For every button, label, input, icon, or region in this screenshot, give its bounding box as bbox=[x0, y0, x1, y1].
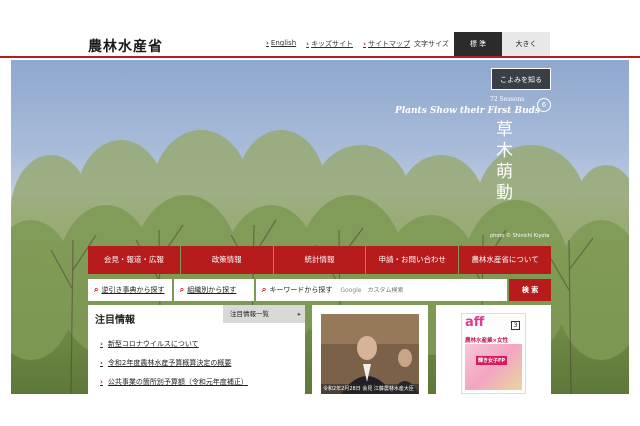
calendar-button[interactable]: こよみを知る bbox=[491, 68, 551, 90]
magazine-badge: 輝き女子FP bbox=[476, 356, 508, 365]
sitemap-link-label: サイトマップ bbox=[367, 40, 410, 48]
featured-news-list: › 新型コロナウイルスについて › 令和2年度農林水産予算概算決定の概要 › 公共事業… bbox=[100, 339, 248, 396]
by-organization-link[interactable]: ⌕ 組織別から探す bbox=[173, 279, 254, 301]
news-item-label: 新型コロナウイルスについて bbox=[107, 340, 199, 348]
search-submit-button[interactable]: 検 索 bbox=[509, 279, 551, 301]
featured-news-title: 注目情報 bbox=[95, 315, 135, 326]
news-item-label: 公共事業の箇所別予算額（令和元年度補正） bbox=[107, 378, 248, 386]
news-item-label: 令和2年度農林水産予算概算決定の概要 bbox=[107, 359, 232, 367]
list-item[interactable]: › 新型コロナウイルスについて bbox=[100, 339, 248, 358]
chevron-right-icon: › bbox=[100, 340, 103, 348]
keyword-search-label: キーワードから探す bbox=[269, 286, 333, 294]
chevron-right-icon: › bbox=[306, 40, 310, 48]
reverse-lookup-label: 逆引き事典から探す bbox=[101, 286, 165, 294]
nav-press[interactable]: 会見・報道・広報 bbox=[88, 246, 180, 274]
by-organization-label: 組織別から探す bbox=[187, 286, 237, 294]
site-logo[interactable]: 農林水産省 bbox=[88, 36, 163, 56]
season-subtitle: 72 Seasons bbox=[490, 96, 525, 103]
nav-policy[interactable]: 政策情報 bbox=[180, 246, 273, 274]
sitemap-link[interactable]: › サイトマップ bbox=[363, 39, 410, 49]
english-link-label: English bbox=[270, 39, 297, 47]
top-whitespace bbox=[0, 0, 640, 28]
kids-site-link-label: キッズサイト bbox=[311, 40, 354, 48]
season-kanji: 草木萌動 bbox=[496, 120, 513, 203]
aff-magazine-cover: aff 3 農林水産業×女性 輝き女子FP bbox=[461, 313, 526, 394]
list-item[interactable]: › 令和2年度農林水産予算概算決定の概要 bbox=[100, 358, 248, 377]
press-conference-photo: 令和2年2月28日 会見 江藤農林水産大臣 bbox=[321, 314, 419, 394]
aff-logo: aff bbox=[465, 315, 485, 330]
font-size-large-button[interactable]: 大きく bbox=[502, 32, 550, 56]
search-icon: ⌕ bbox=[94, 285, 99, 294]
english-link[interactable]: › English bbox=[266, 39, 296, 49]
magazine-issue-number: 3 bbox=[511, 321, 520, 330]
nav-statistics[interactable]: 統計情報 bbox=[273, 246, 366, 274]
google-label: Google bbox=[340, 286, 362, 294]
press-conference-card[interactable]: 令和2年2月28日 会見 江藤農林水産大臣 bbox=[312, 305, 428, 394]
search-input[interactable] bbox=[367, 286, 468, 294]
chevron-right-icon: › bbox=[100, 378, 103, 386]
photo-credit: photo © Shinichi Kiyota bbox=[490, 233, 550, 239]
reverse-lookup-link[interactable]: ⌕ 逆引き事典から探す bbox=[88, 279, 172, 301]
magazine-cover-image: 輝き女子FP bbox=[465, 344, 522, 390]
font-size-label: 文字サイズ bbox=[414, 40, 449, 48]
nav-application[interactable]: 申請・お問い合わせ bbox=[366, 246, 459, 274]
font-size-standard-button[interactable]: 標 準 bbox=[454, 32, 502, 56]
photo-caption: 令和2年2月28日 会見 江藤農林水産大臣 bbox=[323, 386, 414, 392]
season-number-badge: 6 bbox=[537, 98, 551, 112]
aff-magazine-card[interactable]: aff 3 農林水産業×女性 輝き女子FP bbox=[436, 305, 551, 394]
search-icon: ⌕ bbox=[179, 285, 185, 294]
global-nav: 会見・報道・広報 政策情報 統計情報 申請・お問い合わせ 農林水産省について bbox=[88, 246, 551, 274]
featured-news-panel: 注目情報 注目情報一覧 › 新型コロナウイルスについて › 令和2年度農林水産予算概… bbox=[88, 305, 305, 394]
header-links: › English › キッズサイト › サイトマップ bbox=[266, 39, 410, 49]
chevron-right-icon: › bbox=[363, 40, 366, 48]
magazine-headline: 農林水産業×女性 bbox=[465, 338, 509, 344]
keyword-search: ⌕ キーワードから探す Google bbox=[255, 279, 508, 301]
kids-site-link[interactable]: › キッズサイト bbox=[306, 39, 353, 49]
search-icon: ⌕ bbox=[261, 285, 267, 294]
minister-illustration bbox=[321, 314, 419, 394]
search-bar: ⌕ 逆引き事典から探す ⌕ 組織別から探す ⌕ キーワードから探す Google… bbox=[88, 279, 551, 301]
nav-about[interactable]: 農林水産省について bbox=[459, 246, 551, 274]
site-header: 農林水産省 › English › キッズサイト › サイトマップ 文字サイズ 標 準… bbox=[0, 28, 640, 58]
featured-news-all-link[interactable]: 注目情報一覧 bbox=[223, 305, 305, 323]
season-title: Plants Show their First Buds bbox=[395, 106, 540, 116]
chevron-right-icon: › bbox=[266, 39, 269, 47]
chevron-right-icon: › bbox=[100, 359, 103, 367]
list-item[interactable]: › 公共事業の箇所別予算額（令和元年度補正） bbox=[100, 377, 248, 396]
